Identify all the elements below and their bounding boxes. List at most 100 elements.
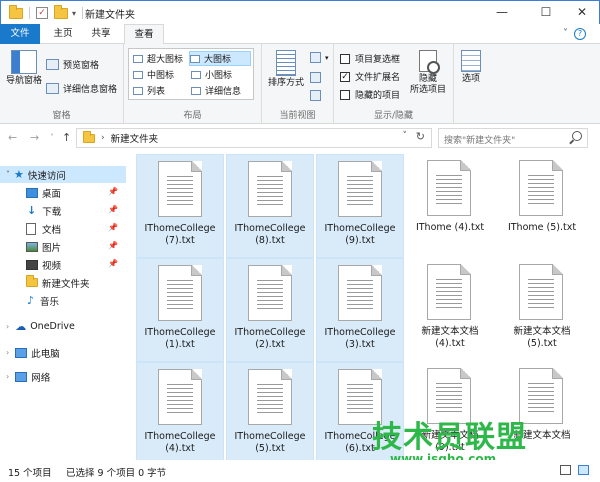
forward-button[interactable]: → <box>30 131 39 144</box>
size-columns-button[interactable] <box>310 90 325 101</box>
small-icons-icon <box>191 70 201 79</box>
group-label: 显示/隐藏 <box>373 111 414 121</box>
layout-gallery: 超大图标 大图标 中图标 小图标 列表 详细信息 <box>128 48 254 100</box>
layout-list[interactable]: 列表 <box>133 84 165 97</box>
item-checkboxes-toggle[interactable]: 项目复选框 <box>340 52 400 65</box>
sidebar-item-network[interactable]: › 网络 <box>0 368 126 385</box>
pin-icon[interactable]: 📌 <box>108 259 118 268</box>
show-hide-group: 项目复选框 ✓ 文件扩展名 隐藏的项目 隐藏 所选项目 显示/隐藏 <box>334 44 454 124</box>
pictures-icon <box>26 241 38 252</box>
title-bar: ✓ ▾ 新建文件夹 — ☐ ✕ <box>0 0 600 24</box>
file-item[interactable]: 新建文本文档 (4).txt <box>406 258 494 362</box>
sidebar-item-pictures[interactable]: 图片 📌 <box>0 238 126 255</box>
medium-icons-icon <box>133 70 143 79</box>
maximize-button[interactable]: ☐ <box>531 3 561 21</box>
file-item[interactable]: IThomeCollege (1).txt <box>136 258 224 362</box>
tab-home[interactable]: 主页 <box>46 24 80 44</box>
sort-by-button[interactable]: 排序方式 <box>266 50 306 89</box>
sidebar-item-desktop[interactable]: 桌面 📌 <box>0 184 126 201</box>
file-item[interactable]: 新建文本文档 (5).txt <box>498 258 586 362</box>
pin-icon[interactable]: 📌 <box>108 187 118 196</box>
recent-locations-icon[interactable]: ˅ <box>50 133 54 142</box>
text-file-icon <box>248 161 292 217</box>
layout-details[interactable]: 详细信息 <box>191 84 241 97</box>
file-name: IThomeCollege (7).txt <box>144 223 216 246</box>
pin-icon[interactable]: 📌 <box>108 241 118 250</box>
file-item[interactable]: IThomeCollege (4).txt <box>136 362 224 460</box>
text-file-icon <box>158 161 202 217</box>
search-input[interactable]: 搜索"新建文件夹" <box>438 128 588 148</box>
sidebar-item-new-folder[interactable]: 新建文件夹 <box>0 274 126 291</box>
help-icon[interactable]: ? <box>574 28 586 40</box>
hidden-items-toggle[interactable]: 隐藏的项目 <box>340 88 400 101</box>
file-item[interactable]: IThomeCollege (8).txt <box>226 154 314 258</box>
hide-selected-button[interactable]: 隐藏 所选项目 <box>406 50 450 96</box>
layout-medium-icons[interactable]: 中图标 <box>133 68 174 81</box>
pin-icon[interactable]: 📌 <box>108 223 118 232</box>
sidebar-item-label: 文档 <box>42 224 62 236</box>
preview-pane-label: 预览窗格 <box>63 61 100 71</box>
file-item[interactable]: IThomeCollege (3).txt <box>316 258 404 362</box>
navigation-pane-button[interactable]: 导航窗格 <box>4 50 44 87</box>
add-columns-button[interactable] <box>310 72 325 83</box>
chevron-right-icon[interactable]: › <box>6 372 9 381</box>
sidebar-item-this-pc[interactable]: › 此电脑 <box>0 344 126 361</box>
chevron-right-icon[interactable]: › <box>6 322 9 331</box>
file-item[interactable]: IThome (4).txt <box>406 154 494 258</box>
sidebar-item-quick-access[interactable]: ˅ ★ 快速访问 <box>0 166 126 183</box>
computer-icon <box>15 347 28 358</box>
layout-small-icons[interactable]: 小图标 <box>191 68 232 81</box>
sidebar-item-music[interactable]: ♪ 音乐 <box>0 292 126 309</box>
tab-view[interactable]: 查看 <box>124 24 164 45</box>
layout-extra-large-icons[interactable]: 超大图标 <box>133 52 183 65</box>
collapse-ribbon-icon[interactable]: ˅ <box>563 28 568 39</box>
chevron-down-icon[interactable]: ˅ <box>6 170 10 179</box>
panes-group: 导航窗格 预览窗格 详细信息窗格 窗格 <box>0 44 124 124</box>
sidebar-item-label: 下载 <box>42 206 62 218</box>
address-path[interactable]: 新建文件夹 <box>111 131 159 145</box>
details-view-icon[interactable] <box>560 465 571 475</box>
item-checkboxes-label: 项目复选框 <box>355 55 401 65</box>
large-icons-view-icon[interactable] <box>578 465 589 475</box>
sidebar-item-videos[interactable]: 视频 📌 <box>0 256 126 273</box>
chevron-down-icon[interactable]: ˅ <box>403 131 408 141</box>
search-icon[interactable] <box>572 131 582 141</box>
tab-share[interactable]: 共享 <box>84 24 118 44</box>
chevron-right-icon[interactable]: › <box>6 348 9 357</box>
sidebar-item-label: 视频 <box>42 260 62 272</box>
file-name: IThomeCollege (4).txt <box>144 431 216 454</box>
checkbox-unchecked-icon <box>340 53 350 64</box>
text-file-icon <box>338 265 382 321</box>
file-item[interactable]: IThomeCollege (5).txt <box>226 362 314 460</box>
sidebar-item-onedrive[interactable]: › ☁ OneDrive <box>0 318 126 335</box>
group-by-button[interactable]: ▾ <box>310 52 329 63</box>
refresh-icon[interactable]: ↻ <box>416 130 425 143</box>
up-button[interactable]: ↑ <box>62 131 71 144</box>
file-item[interactable]: IThomeCollege (9).txt <box>316 154 404 258</box>
address-bar[interactable]: › 新建文件夹 ˅ ↻ <box>76 128 432 148</box>
preview-pane-button[interactable]: 预览窗格 <box>46 58 99 71</box>
file-item[interactable]: IThomeCollege (2).txt <box>226 258 314 362</box>
file-extensions-toggle[interactable]: ✓ 文件扩展名 <box>340 70 400 83</box>
minimize-button[interactable]: — <box>487 3 517 21</box>
new-folder-icon[interactable] <box>54 4 68 19</box>
sidebar-item-downloads[interactable]: ↓ 下载 📌 <box>0 202 126 219</box>
list-icon <box>133 86 143 95</box>
layout-large-icons[interactable]: 大图标 <box>189 51 251 66</box>
file-item[interactable]: IThomeCollege (7).txt <box>136 154 224 258</box>
options-icon <box>461 50 481 72</box>
customize-toolbar-icon[interactable]: ▾ <box>72 9 76 18</box>
back-button[interactable]: ← <box>8 131 17 144</box>
sidebar-item-documents[interactable]: 文档 📌 <box>0 220 126 237</box>
file-item[interactable]: IThome (5).txt <box>498 154 586 258</box>
pin-icon[interactable]: 📌 <box>108 205 118 214</box>
close-button[interactable]: ✕ <box>567 3 597 21</box>
hide-selected-label: 所选项目 <box>409 85 446 95</box>
chevron-right-icon[interactable]: › <box>101 133 105 143</box>
options-button[interactable]: 选项 <box>456 50 486 85</box>
current-view-group: 排序方式 ▾ 当前视图 <box>262 44 334 124</box>
layout-label: 大图标 <box>204 55 232 65</box>
details-pane-button[interactable]: 详细信息窗格 <box>46 82 117 95</box>
properties-icon[interactable]: ✓ <box>36 7 48 19</box>
status-bar: 15 个项目 已选择 9 个项目 0 字节 <box>0 460 600 482</box>
